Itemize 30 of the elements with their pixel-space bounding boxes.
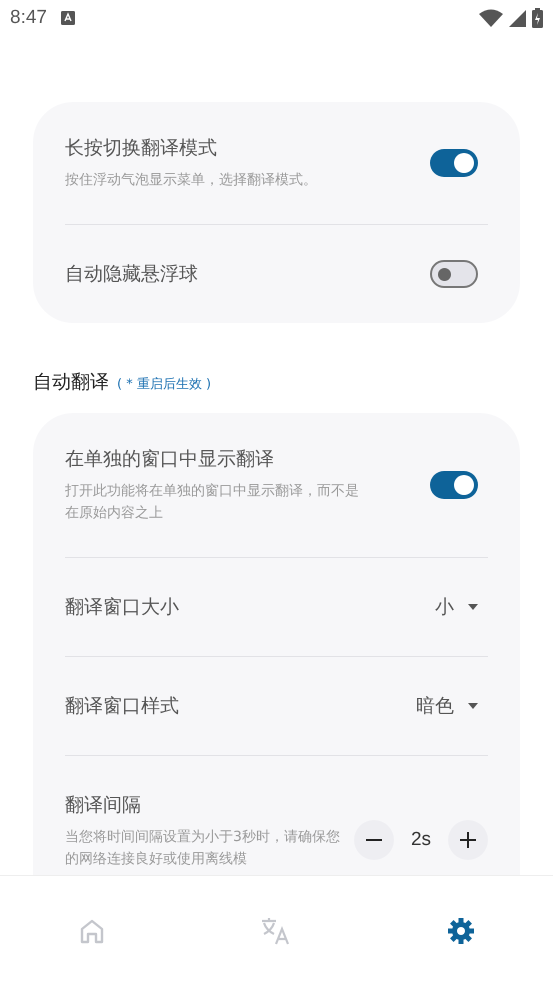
toggle-switch[interactable] [430,260,478,288]
caret-icon [468,703,478,709]
setting-description: 当您将时间间隔设置为小于3秒时，请确保您的网络连接良好或使用离线模 [65,828,341,869]
signal-icon [509,10,526,26]
minus-icon [366,839,382,841]
battery-icon [532,8,543,28]
setting-title: 自动隐藏悬浮球 [65,262,199,287]
setting-title: 在单独的窗口中显示翻译 [65,447,275,472]
dropdown[interactable]: 暗色 [416,693,478,719]
dropdown[interactable]: 小 [435,594,478,620]
setting-description: 按住浮动气泡显示菜单，选择翻译模式。 [65,171,318,190]
home-icon [79,918,106,944]
setting-title: 翻译间隔 [65,793,142,818]
status-time: 8:47 [10,7,47,29]
setting-description: 打开此功能将在单独的窗口中显示翻译，而不是在原始内容之上 [65,482,360,523]
plus-icon [459,831,477,849]
caret-icon [468,604,478,610]
translate-icon [261,916,292,944]
setting-title: 翻译窗口大小 [65,595,180,620]
toggle-switch[interactable] [430,149,478,177]
toggle-switch[interactable] [430,471,478,499]
settings-icon [446,916,475,944]
interval-value: 2s [410,829,432,851]
keyboard-icon [60,11,75,25]
setting-title: 翻译窗口样式 [65,694,180,719]
section-note: ( * 重启后生效 ) [117,376,212,393]
setting-title: 长按切换翻译模式 [65,136,218,161]
section-title: 自动翻译 [33,370,109,395]
increase-button[interactable] [448,820,488,860]
wifi-icon [479,9,503,27]
